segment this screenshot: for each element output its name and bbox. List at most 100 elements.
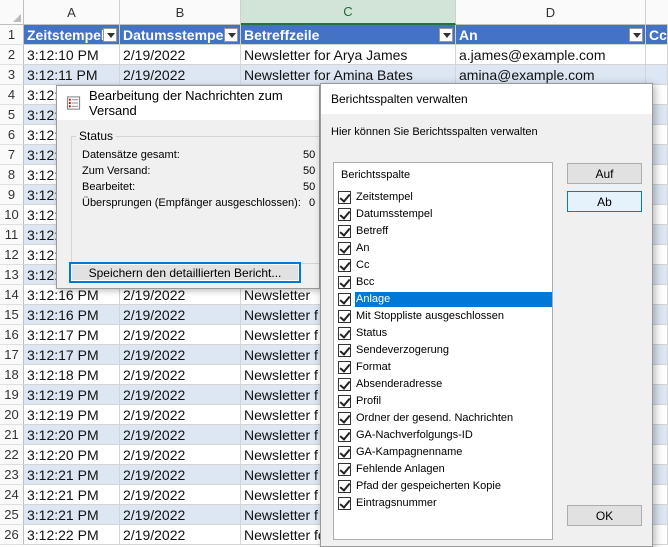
table-cell[interactable]: 2/19/2022	[120, 65, 241, 85]
report-columns-dialog-title[interactable]: Berichtsspalten verwalten	[321, 84, 652, 114]
table-cell[interactable]: 3:12:18 PM	[24, 365, 120, 385]
row-header[interactable]: 2	[0, 45, 24, 65]
list-item[interactable]: Pfad der gespeicherten Kopie	[338, 478, 552, 495]
row-header[interactable]: 22	[0, 445, 24, 465]
table-cell[interactable]: Newsletter for Arya James	[241, 45, 456, 65]
table-header-cell[interactable]: An	[456, 25, 646, 45]
list-item[interactable]: Sendeverzogerung	[338, 342, 552, 359]
table-header-cell[interactable]: Datumsstempel	[120, 25, 241, 45]
table-cell[interactable]: 2/19/2022	[120, 325, 241, 345]
table-header-cell[interactable]: Cc	[646, 25, 668, 45]
row-header[interactable]: 9	[0, 185, 24, 205]
checkbox-checked-icon[interactable]	[338, 276, 351, 289]
move-down-button[interactable]: Ab	[567, 191, 642, 212]
table-cell[interactable]	[646, 65, 668, 85]
column-header-a[interactable]: A	[24, 0, 120, 25]
table-cell[interactable]: 3:12:19 PM	[24, 385, 120, 405]
row-header[interactable]: 13	[0, 265, 24, 285]
list-item[interactable]: Absenderadresse	[338, 376, 552, 393]
row-header[interactable]: 12	[0, 245, 24, 265]
checkbox-checked-icon[interactable]	[338, 327, 351, 340]
row-header[interactable]: 17	[0, 345, 24, 365]
checkbox-checked-icon[interactable]	[338, 446, 351, 459]
row-header[interactable]: 23	[0, 465, 24, 485]
report-columns-list[interactable]: Berichtsspalte Zeitstempel Datumsstempel B…	[333, 162, 553, 540]
checkbox-checked-icon[interactable]	[338, 429, 351, 442]
checkbox-checked-icon[interactable]	[338, 480, 351, 493]
processing-dialog-titlebar[interactable]: Bearbeitung der Nachrichten zum Versand	[57, 86, 319, 120]
list-item[interactable]: Mit Stoppliste ausgeschlossen	[338, 308, 552, 325]
row-header[interactable]: 21	[0, 425, 24, 445]
list-item[interactable]: Status	[338, 325, 552, 342]
table-cell[interactable]: 3:12:21 PM	[24, 485, 120, 505]
list-item[interactable]: Cc	[338, 257, 552, 274]
filter-dropdown-icon[interactable]	[103, 28, 117, 42]
table-cell[interactable]: 2/19/2022	[120, 445, 241, 465]
checkbox-checked-icon[interactable]	[338, 361, 351, 374]
table-cell[interactable]: 2/19/2022	[120, 345, 241, 365]
checkbox-checked-icon[interactable]	[338, 208, 351, 221]
checkbox-checked-icon[interactable]	[338, 412, 351, 425]
checkbox-checked-icon[interactable]	[338, 225, 351, 238]
row-header[interactable]: 10	[0, 205, 24, 225]
select-all-corner[interactable]	[0, 0, 24, 25]
table-header-cell[interactable]: Zeitstempel	[24, 25, 120, 45]
table-cell[interactable]: 3:12:11 PM	[24, 65, 120, 85]
list-item[interactable]: Betreff	[338, 223, 552, 240]
row-header[interactable]: 20	[0, 405, 24, 425]
row-header[interactable]: 25	[0, 505, 24, 525]
row-header[interactable]: 7	[0, 145, 24, 165]
table-cell[interactable]: 2/19/2022	[120, 405, 241, 425]
column-header-c[interactable]: C	[241, 0, 456, 25]
list-item[interactable]: GA-Kampagnenname	[338, 444, 552, 461]
filter-dropdown-icon[interactable]	[629, 28, 643, 42]
row-header[interactable]: 5	[0, 105, 24, 125]
checkbox-checked-icon[interactable]	[338, 395, 351, 408]
checkbox-checked-icon[interactable]	[338, 310, 351, 323]
save-detailed-report-button[interactable]: Speichern den detaillierten Bericht...	[69, 262, 301, 283]
checkbox-checked-icon[interactable]	[338, 191, 351, 204]
table-cell[interactable]: 3:12:20 PM	[24, 445, 120, 465]
table-cell[interactable]: a.james@example.com	[456, 45, 646, 65]
table-cell[interactable]: 2/19/2022	[120, 305, 241, 325]
list-item[interactable]: Anlage	[338, 291, 552, 308]
list-item[interactable]: Profil	[338, 393, 552, 410]
table-cell[interactable]: 3:12:20 PM	[24, 425, 120, 445]
checkbox-checked-icon[interactable]	[338, 242, 351, 255]
row-header[interactable]: 6	[0, 125, 24, 145]
table-cell[interactable]: amina@example.com	[456, 65, 646, 85]
table-cell[interactable]: 3:12:17 PM	[24, 345, 120, 365]
list-item[interactable]: Bcc	[338, 274, 552, 291]
ok-button[interactable]: OK	[567, 505, 642, 526]
checkbox-checked-icon[interactable]	[338, 378, 351, 391]
table-cell[interactable]: 2/19/2022	[120, 365, 241, 385]
filter-dropdown-icon[interactable]	[439, 28, 453, 42]
checkbox-checked-icon[interactable]	[338, 497, 351, 510]
filter-dropdown-icon[interactable]	[224, 28, 238, 42]
row-header[interactable]: 14	[0, 285, 24, 305]
row-header[interactable]: 8	[0, 165, 24, 185]
move-up-button[interactable]: Auf	[567, 163, 642, 184]
column-header-b[interactable]: B	[120, 0, 241, 25]
list-item[interactable]: Fehlende Anlagen	[338, 461, 552, 478]
checkbox-checked-icon[interactable]	[338, 259, 351, 272]
row-header[interactable]: 4	[0, 85, 24, 105]
table-cell[interactable]: 2/19/2022	[120, 505, 241, 525]
table-cell[interactable]: 2/19/2022	[120, 45, 241, 65]
row-header[interactable]: 18	[0, 365, 24, 385]
checkbox-checked-icon[interactable]	[338, 344, 351, 357]
row-header[interactable]: 3	[0, 65, 24, 85]
table-header-cell[interactable]: Betreffzeile	[241, 25, 456, 45]
table-cell[interactable]: 2/19/2022	[120, 385, 241, 405]
list-item[interactable]: Datumsstempel	[338, 206, 552, 223]
column-header-e[interactable]	[646, 0, 668, 25]
list-item[interactable]: An	[338, 240, 552, 257]
row-header[interactable]: 16	[0, 325, 24, 345]
row-header[interactable]: 26	[0, 525, 24, 545]
table-cell[interactable]: 3:12:16 PM	[24, 305, 120, 325]
checkbox-checked-icon[interactable]	[338, 463, 351, 476]
row-header[interactable]: 19	[0, 385, 24, 405]
checkbox-checked-icon[interactable]	[338, 293, 351, 306]
row-header[interactable]: 24	[0, 485, 24, 505]
table-cell[interactable]: 3:12:21 PM	[24, 505, 120, 525]
